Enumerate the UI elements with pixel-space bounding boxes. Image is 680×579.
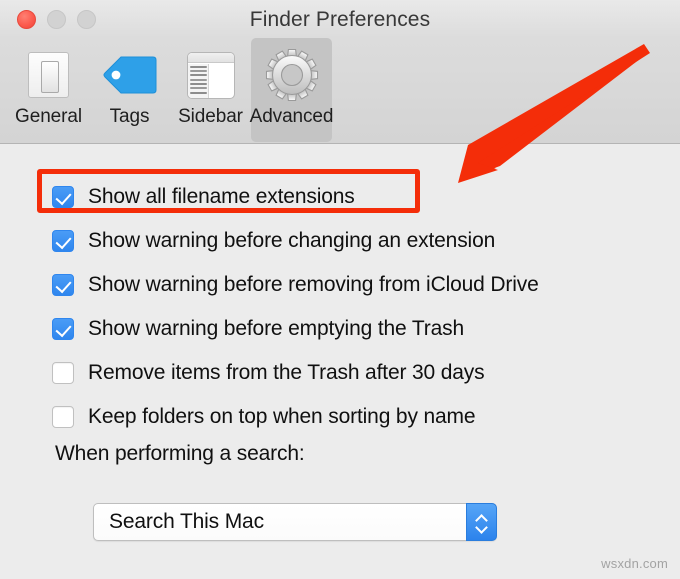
option-show-warning-icloud-drive[interactable]: Show warning before removing from iCloud… xyxy=(52,263,652,307)
watermark: wsxdn.com xyxy=(601,556,668,571)
search-scope-popup-button[interactable]: Search This Mac xyxy=(93,503,497,541)
titlebar: Finder Preferences xyxy=(0,0,680,38)
option-show-warning-empty-trash[interactable]: Show warning before emptying the Trash xyxy=(52,307,652,351)
preferences-toolbar: General Tags Sidebar Advanced xyxy=(0,38,680,144)
checkbox-show-all-filename-extensions[interactable] xyxy=(52,186,74,208)
tab-tags-label: Tags xyxy=(109,106,150,127)
option-label: Show warning before changing an extensio… xyxy=(88,229,496,252)
search-scope-section: When performing a search: xyxy=(55,442,305,466)
checkbox-show-warning-icloud-drive[interactable] xyxy=(52,274,74,296)
tab-advanced-label: Advanced xyxy=(249,106,334,127)
option-label: Show warning before emptying the Trash xyxy=(88,317,465,340)
tab-general-label: General xyxy=(15,106,82,127)
tab-bar: General Tags Sidebar Advanced xyxy=(8,38,334,142)
option-label: Remove items from the Trash after 30 day… xyxy=(88,361,485,384)
tab-tags[interactable]: Tags xyxy=(89,38,170,142)
tab-sidebar[interactable]: Sidebar xyxy=(170,38,251,142)
option-show-warning-changing-extension[interactable]: Show warning before changing an extensio… xyxy=(52,219,652,263)
checkbox-show-warning-changing-extension[interactable] xyxy=(52,230,74,252)
toggle-switch-icon xyxy=(21,46,77,104)
search-scope-selected-value: Search This Mac xyxy=(109,510,264,533)
checkbox-show-warning-empty-trash[interactable] xyxy=(52,318,74,340)
search-scope-heading: When performing a search: xyxy=(55,442,305,465)
checkbox-remove-items-trash-30-days[interactable] xyxy=(52,362,74,384)
search-scope-popup-wrap: Search This Mac xyxy=(93,503,497,541)
chevron-updown-icon[interactable] xyxy=(466,503,497,541)
tag-icon xyxy=(102,46,158,104)
options-list: Show all filename extensions Show warnin… xyxy=(52,175,652,439)
checkbox-keep-folders-on-top[interactable] xyxy=(52,406,74,428)
advanced-pane: Show all filename extensions Show warnin… xyxy=(0,145,680,579)
window-title: Finder Preferences xyxy=(249,8,431,31)
gear-icon xyxy=(264,46,320,104)
sidebar-window-icon xyxy=(183,46,239,104)
finder-preferences-window: Finder Preferences General Tags Sidebar … xyxy=(0,0,680,579)
option-keep-folders-on-top[interactable]: Keep folders on top when sorting by name xyxy=(52,395,652,439)
option-show-all-filename-extensions[interactable]: Show all filename extensions xyxy=(52,175,652,219)
tab-advanced[interactable]: Advanced xyxy=(249,38,334,142)
tab-general[interactable]: General xyxy=(8,38,89,142)
option-label: Show warning before removing from iCloud… xyxy=(88,273,539,296)
option-label: Keep folders on top when sorting by name xyxy=(88,405,476,428)
option-label: Show all filename extensions xyxy=(88,185,355,208)
tab-sidebar-label: Sidebar xyxy=(178,106,243,127)
option-remove-items-trash-30-days[interactable]: Remove items from the Trash after 30 day… xyxy=(52,351,652,395)
